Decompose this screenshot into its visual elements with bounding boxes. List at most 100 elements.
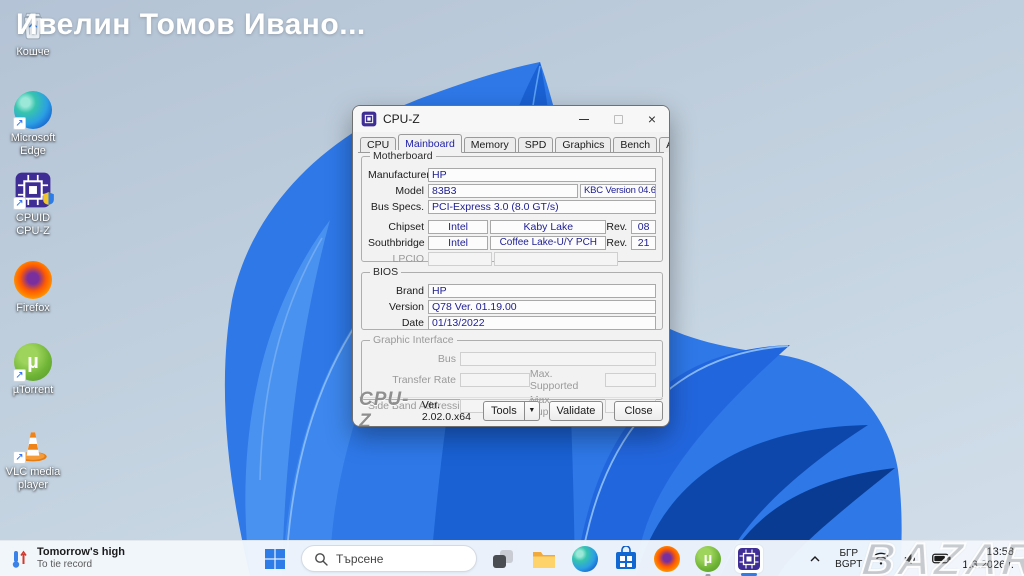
edge-icon <box>572 545 598 572</box>
chipset-rev-label: Rev. <box>606 221 628 233</box>
tray-overflow-button[interactable] <box>804 544 826 574</box>
task-view-icon <box>493 549 513 568</box>
desktop-icon-label: VLC media player <box>5 466 61 491</box>
chevron-up-icon <box>810 555 820 561</box>
watermark-text: BAZAR <box>858 532 1024 576</box>
search-box[interactable] <box>301 545 477 572</box>
active-window-indicator <box>741 572 757 576</box>
tab-spd[interactable]: SPD <box>517 137 554 152</box>
motherboard-legend: Motherboard <box>370 150 436 162</box>
tools-button[interactable]: Tools <box>482 400 525 421</box>
gi-transfer-rate-label: Transfer Rate <box>392 374 456 386</box>
model-label: Model <box>395 185 424 197</box>
chipset-label: Chipset <box>388 221 424 233</box>
lpcio-label: LPCIO <box>392 253 424 265</box>
manufacturer-label: Manufacturer <box>368 169 430 181</box>
language-indicator[interactable]: БГР BGPT <box>835 548 862 570</box>
bus-specs-value: PCI-Express 3.0 (8.0 GT/s) <box>428 200 656 214</box>
utorrent-icon: µ ↗ <box>13 342 53 382</box>
motherboard-group: Motherboard Manufacturer HP Model 83B3 K… <box>361 150 663 266</box>
bios-version-value: Q78 Ver. 01.19.00 <box>428 300 656 314</box>
window-title-bar[interactable]: CPU-Z × <box>353 106 669 132</box>
close-button[interactable]: × <box>635 106 669 132</box>
firefox-icon <box>654 545 680 572</box>
tab-memory[interactable]: Memory <box>463 137 516 152</box>
desktop: Ивелин Томов Ивано... Кошче ↗ Microsoft … <box>0 0 1024 576</box>
taskbar-firefox[interactable] <box>652 544 682 574</box>
validate-button[interactable]: Validate <box>548 400 604 421</box>
taskbar-edge[interactable] <box>570 544 600 574</box>
taskbar-center: µ <box>260 541 764 576</box>
listing-title-overlay: Ивелин Томов Ивано... <box>16 8 366 41</box>
taskbar-microsoft-store[interactable] <box>611 544 641 574</box>
desktop-icon-vlc[interactable]: ↗ VLC media player <box>2 424 64 492</box>
tools-dropdown-button[interactable]: ▼ <box>524 400 540 421</box>
tab-graphics[interactable]: Graphics <box>555 137 612 152</box>
window-title: CPU-Z <box>383 112 420 126</box>
start-button[interactable] <box>260 544 290 574</box>
gi-bus-field <box>460 352 656 366</box>
manufacturer-value: HP <box>428 168 656 182</box>
cpuz-app-icon: ↗ <box>13 170 55 211</box>
search-input[interactable] <box>336 551 456 566</box>
firefox-icon <box>13 260 53 300</box>
thermometer-icon <box>12 550 27 568</box>
weather-subtext: To tie record <box>37 559 93 570</box>
gi-bus-label: Bus <box>437 353 456 365</box>
cpuz-logo: CPU-Z <box>359 388 410 427</box>
widgets-button[interactable]: Tomorrow's high To tie record <box>10 546 125 571</box>
desktop-icon-firefox[interactable]: Firefox <box>2 260 64 315</box>
bios-brand-label: Brand <box>395 285 424 297</box>
chevron-down-icon: ▼ <box>528 407 536 414</box>
southbridge-vendor-value: Intel <box>428 236 489 250</box>
close-icon: × <box>647 111 657 127</box>
southbridge-rev-label: Rev. <box>606 237 628 249</box>
weather-headline: Tomorrow's high <box>37 546 125 558</box>
desktop-icon-cpuid-cpuz[interactable]: ↗ CPUID CPU-Z <box>2 170 64 238</box>
gi-transfer-rate-field <box>460 373 530 387</box>
lpcio-vendor-field <box>428 252 492 266</box>
desktop-icon-label: Firefox <box>16 302 50 314</box>
lpcio-name-field <box>494 252 618 266</box>
chipset-vendor-value: Intel <box>428 220 489 234</box>
bios-date-value: 01/13/2022 <box>428 316 656 330</box>
southbridge-label: Southbridge <box>368 237 425 249</box>
cpuz-app-icon <box>738 547 760 570</box>
taskbar-utorrent[interactable]: µ <box>693 544 723 576</box>
graphic-interface-legend: Graphic Interface <box>370 334 457 346</box>
taskbar-file-explorer[interactable] <box>529 544 559 574</box>
southbridge-rev-value: 21 <box>631 236 656 250</box>
cpuz-version: Ver. 2.02.0.x64 <box>421 398 471 423</box>
task-view-button[interactable] <box>488 544 518 574</box>
search-icon <box>315 552 328 566</box>
minimize-button[interactable] <box>567 106 601 132</box>
uac-shield-icon <box>42 191 55 211</box>
desktop-icon-label: µTorrent <box>12 384 54 396</box>
gi-max-supported-label: Max. Supported <box>529 368 579 392</box>
tab-bench[interactable]: Bench <box>613 137 658 152</box>
bus-specs-label: Bus Specs. <box>370 201 424 213</box>
vlc-icon: ↗ <box>13 424 53 464</box>
bios-date-label: Date <box>401 317 424 329</box>
window-footer: CPU-Z Ver. 2.02.0.x64 Tools ▼ Validate C… <box>359 389 663 426</box>
bios-group: BIOS Brand HP Version Q78 Ver. 01.19.00 … <box>361 266 663 330</box>
microsoft-store-icon <box>616 545 636 569</box>
chipset-name-value: Kaby Lake <box>490 220 607 234</box>
desktop-icon-utorrent[interactable]: µ ↗ µTorrent <box>2 342 64 397</box>
desktop-icon-label: Microsoft Edge <box>10 132 56 157</box>
shortcut-arrow-icon: ↗ <box>13 117 26 130</box>
taskbar-cpuz-active[interactable] <box>734 543 764 576</box>
desktop-icon-label: CPUID CPU-Z <box>15 212 51 237</box>
shortcut-arrow-icon: ↗ <box>13 451 26 464</box>
southbridge-name-value: Coffee Lake-U/Y PCH <box>490 236 607 250</box>
file-explorer-icon <box>533 551 555 568</box>
language-code: БГР <box>839 547 859 559</box>
tab-about[interactable]: About <box>659 137 669 152</box>
desktop-icon-microsoft-edge[interactable]: ↗ Microsoft Edge <box>2 90 64 158</box>
close-dialog-button[interactable]: Close <box>614 400 663 421</box>
minimize-icon <box>579 118 589 120</box>
shortcut-arrow-icon: ↗ <box>13 369 26 382</box>
kbc-version-value: KBC Version 04.6D.00 <box>580 184 656 198</box>
utorrent-icon: µ <box>695 545 721 572</box>
windows-logo-icon <box>265 548 285 569</box>
